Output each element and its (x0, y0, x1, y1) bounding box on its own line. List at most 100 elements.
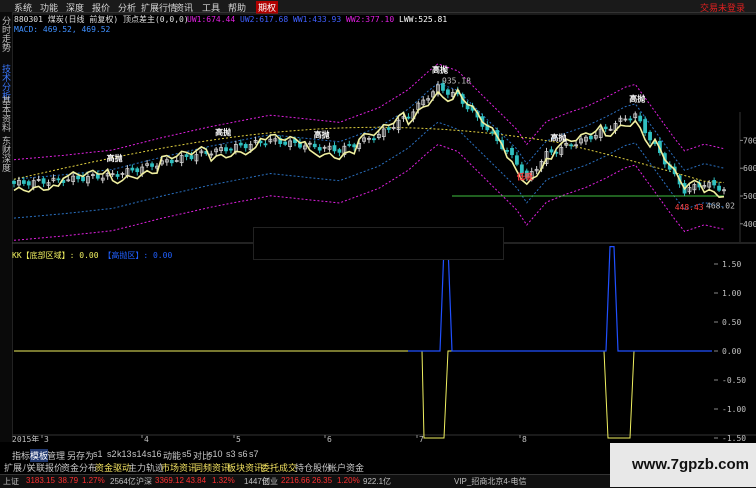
candle-body (569, 144, 574, 147)
candle-body (115, 174, 120, 177)
signal-label: 高抛 (107, 153, 123, 163)
signal-label: 高抛 (629, 93, 645, 103)
price-y-tick: 600.00 (743, 164, 756, 173)
status-item: 922.1亿 (363, 477, 392, 486)
candle-body (150, 163, 154, 167)
function-tab[interactable]: 资金驱动 (95, 461, 131, 474)
indicator-tab[interactable]: k13 (117, 449, 132, 459)
function-tab[interactable]: 资金分布 (61, 461, 97, 474)
indicator-tab[interactable]: s7 (249, 449, 259, 459)
indicator-tab[interactable]: s14 (132, 449, 147, 459)
indicator-title-high: 【高抛区】: 0.00 (103, 251, 173, 260)
status-item: 上证 (3, 477, 19, 486)
indicator-y-tick: -1.00 (722, 405, 746, 414)
zigzag-line (13, 87, 725, 199)
candle-body (135, 168, 140, 173)
indicator-y-tick: -1.50 (722, 434, 746, 442)
function-tab[interactable]: 帐户资金 (328, 461, 364, 474)
candle-body (95, 173, 100, 179)
status-item: 26.35 (312, 476, 333, 485)
indicator-y-tick: -0.50 (722, 376, 746, 385)
candle-body (189, 155, 194, 160)
indicator-tab[interactable]: s5 (182, 449, 192, 459)
candle-body (224, 147, 228, 152)
price-panel-header: 880301 煤炭(日线 前复权) 顶点差主(0,0,0) (14, 15, 189, 24)
ma-ww2-label: WW2: (346, 15, 366, 24)
price-label-low: 448.43 (675, 203, 704, 212)
function-tab[interactable]: 关联报价 (27, 461, 63, 474)
status-item: 沪深 (136, 477, 152, 486)
indicator-tab[interactable]: s16 (147, 449, 162, 459)
candle-body (56, 178, 61, 181)
x-axis-label: 7 (419, 435, 424, 442)
indicator-tab[interactable]: s1 (93, 449, 103, 459)
status-item: 1.27% (82, 476, 105, 485)
candle-body (263, 143, 268, 146)
candle-body (549, 149, 554, 153)
upper-band-outer (13, 63, 725, 161)
candle-body (352, 144, 357, 148)
candle-body (638, 115, 643, 122)
candle-body (243, 144, 248, 149)
x-axis-label: 6 (327, 435, 332, 442)
indicator-tab[interactable]: s6 (238, 449, 248, 459)
candle-body (588, 135, 593, 140)
candle-body (169, 159, 174, 164)
function-bar: 扩展八 关联报价 资金分布 资金驱动 主力轨迹 市场资讯 同频资讯 板块资讯 委托成交 持仓股份帐… (0, 461, 600, 473)
high-zone-line (408, 246, 712, 352)
candle-body (510, 147, 514, 156)
x-axis-year: 2015年 (12, 434, 39, 442)
macd-label: MACD: (14, 25, 39, 34)
ma-ww1-value: 433.93 (312, 15, 342, 24)
candle-body (12, 180, 16, 184)
x-axis-label: 4 (144, 435, 149, 442)
upper-band-inner (13, 82, 725, 180)
indicator-tab[interactable]: s10 (208, 449, 223, 459)
redacted-box (253, 227, 504, 260)
status-item: 1.32% (212, 476, 235, 485)
function-tab[interactable]: 持仓股份 (295, 461, 331, 474)
indicator-title-kk: KK【底部区域】: 0.00 (12, 251, 99, 260)
price-y-tick: 700.00 (743, 136, 756, 145)
candle-body (628, 118, 633, 121)
indicator-tabs: 指标 模板 管理 另存为 s1 s2 k13 s14 s16 动能 s5 对比 s10 s3 s6 s7 (0, 449, 600, 462)
ma-ww1-label: WW1: (293, 15, 313, 24)
function-tab[interactable]: 市场资讯 (161, 461, 197, 474)
function-tab[interactable]: 同频资讯 (194, 461, 230, 474)
candle-body (26, 181, 31, 186)
function-tab[interactable]: 板块资讯 (227, 461, 263, 474)
candle-body (130, 167, 135, 171)
status-item: 2216.66 (281, 476, 310, 485)
function-tab[interactable]: 主力轨迹 (128, 461, 164, 474)
watermark-box: www.7gpzb.com (610, 443, 756, 487)
status-item: 2564亿 (110, 477, 136, 486)
candle-body (317, 147, 322, 151)
indicator-y-tick: 1.00 (722, 289, 741, 298)
ma-uw1-value: 674.44 (206, 15, 236, 24)
ma-uw2-value: 617.68 (259, 15, 289, 24)
side-tab-intraday[interactable]: 分时走势 (1, 16, 11, 52)
function-tab[interactable]: 委托成交 (261, 461, 297, 474)
status-item: 创业 (262, 477, 278, 486)
candle-body (41, 178, 46, 184)
side-tab-depth[interactable]: 东财深度 (1, 136, 11, 172)
price-label-high: 935.18 (442, 76, 471, 85)
candle-body (347, 144, 352, 146)
macd-legend: MACD: 469.52, 469.52 (14, 25, 111, 34)
x-axis-label: 5 (236, 435, 241, 442)
macd-value-1: 469.52 (42, 25, 72, 34)
candle-body (445, 89, 450, 95)
candle-body (76, 175, 80, 180)
indicator-tab[interactable]: s2 (107, 449, 117, 459)
side-tab-technical[interactable]: 技术分析 (1, 64, 11, 100)
candle-body (229, 148, 233, 151)
side-tab-fundamental[interactable]: 基本资料 (1, 96, 11, 132)
macd-value-2: 469.52 (81, 25, 111, 34)
status-item: 43.84 (186, 476, 207, 485)
candle-body (648, 131, 652, 141)
candle-body (283, 141, 288, 145)
kk-line (14, 350, 712, 439)
indicator-tab[interactable]: s3 (226, 449, 236, 459)
candle-body (81, 176, 85, 182)
ma-uw1-label: UW1: (187, 15, 207, 24)
